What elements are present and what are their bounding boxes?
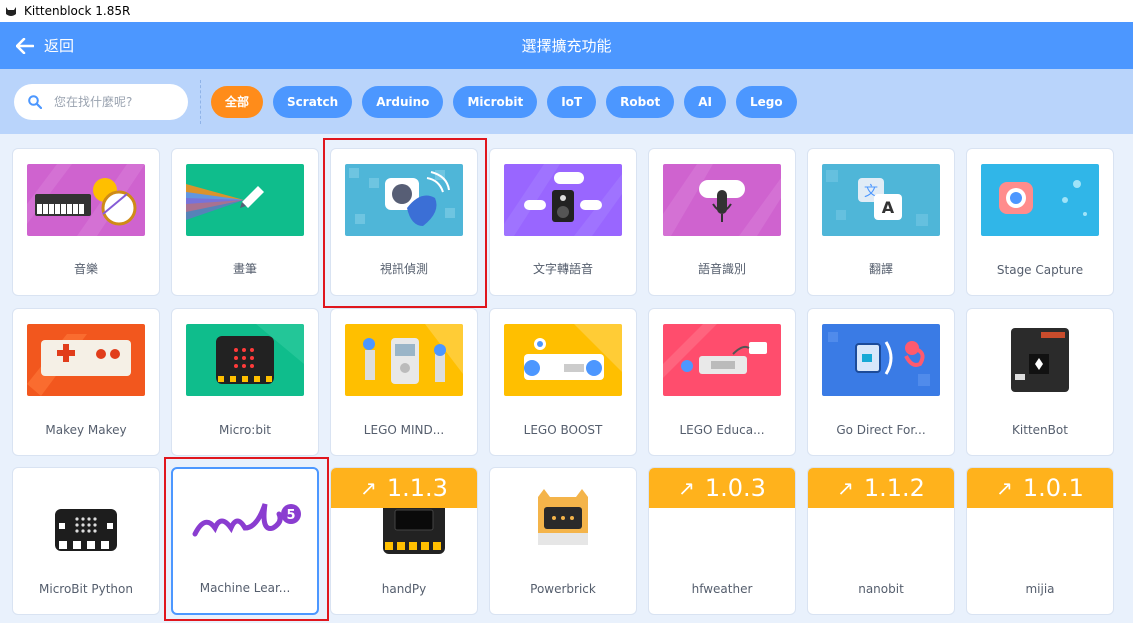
filter-iot[interactable]: IoT: [547, 85, 597, 118]
powerbrick-icon: [504, 483, 622, 555]
extension-label: MicroBit Python: [39, 582, 133, 596]
version-text: 1.1.2: [863, 474, 925, 502]
version-badge: ↗ 1.0.3: [649, 468, 795, 508]
svg-text:5: 5: [286, 508, 295, 523]
trending-up-icon: ↗: [678, 476, 695, 500]
filter-scratch[interactable]: Scratch: [273, 85, 353, 118]
lego-education-icon: [663, 324, 781, 396]
arrow-left-icon: [16, 37, 34, 54]
translate-icon: 文 A: [822, 164, 940, 236]
ml5-icon: 5: [187, 484, 305, 556]
filter-microbit[interactable]: Microbit: [453, 85, 538, 118]
go-direct-force-icon: [822, 324, 940, 396]
extension-card-pen[interactable]: 畫筆: [171, 148, 319, 296]
version-badge: ↗ 1.1.3: [331, 468, 477, 508]
extension-label: 視訊偵測: [379, 262, 428, 276]
speech-recognition-icon: [663, 164, 781, 236]
lego-boost-icon: [504, 324, 622, 396]
filter-arduino[interactable]: Arduino: [362, 85, 444, 118]
handpy-board-icon: [345, 498, 463, 570]
pen-icon: [186, 164, 304, 236]
extension-label: nanobit: [858, 582, 904, 596]
extension-label: handPy: [381, 582, 427, 596]
back-label: 返回: [44, 37, 75, 55]
kittenbot-board-icon: [981, 324, 1099, 396]
extension-label: LEGO MIND...: [363, 423, 445, 437]
filter-all[interactable]: 全部: [211, 85, 264, 118]
version-badge: ↗ 1.1.2: [808, 468, 954, 508]
back-button[interactable]: 返回: [0, 35, 74, 56]
window-title: Kittenblock 1.85R: [24, 4, 131, 18]
extension-label: 音樂: [73, 262, 98, 276]
extension-label: LEGO Educa...: [679, 423, 765, 437]
extension-card-music[interactable]: 音樂: [12, 148, 160, 296]
extension-card-microbit[interactable]: Micro:bit: [171, 308, 319, 456]
extension-label: Makey Makey: [45, 423, 127, 437]
trending-up-icon: ↗: [837, 476, 854, 500]
extension-card-translate[interactable]: 文 A 翻譯: [807, 148, 955, 296]
extension-label: hfweather: [691, 582, 753, 596]
filter-lego[interactable]: Lego: [735, 85, 797, 118]
filter-robot[interactable]: Robot: [606, 85, 675, 118]
extension-card-nanobit[interactable]: ↗ 1.1.2 nanobit: [807, 467, 955, 615]
extension-label: LEGO BOOST: [523, 423, 603, 437]
search-icon: [28, 94, 42, 109]
filter-ai[interactable]: AI: [684, 85, 726, 118]
kittenblock-app-icon: [6, 7, 16, 16]
version-badge: ↗ 1.0.1: [967, 468, 1113, 508]
header-bar: 返回 選擇擴充功能: [0, 22, 1133, 69]
extension-card-stage-capture[interactable]: Stage Capture: [966, 148, 1114, 296]
page-title: 選擇擴充功能: [521, 37, 612, 55]
version-text: 1.1.3: [386, 474, 448, 502]
extension-label: 語音識別: [697, 262, 746, 276]
svg-text:A: A: [882, 198, 895, 217]
extension-card-speech-recognition[interactable]: 語音識別: [648, 148, 796, 296]
extension-label: Machine Lear...: [199, 581, 291, 595]
extension-card-lego-mindstorms[interactable]: LEGO MIND...: [330, 308, 478, 456]
microbit-python-icon: [27, 483, 145, 555]
extension-label: Stage Capture: [996, 263, 1084, 277]
extension-card-lego-education[interactable]: LEGO Educa...: [648, 308, 796, 456]
extension-card-machine-learning[interactable]: 5 Machine Lear...: [171, 467, 319, 615]
makey-makey-icon: [27, 324, 145, 396]
extension-card-kittenbot[interactable]: KittenBot: [966, 308, 1114, 456]
extension-label: KittenBot: [1012, 423, 1068, 437]
extension-label: Go Direct For...: [836, 423, 926, 437]
extension-card-mijia[interactable]: ↗ 1.0.1 mijia: [966, 467, 1114, 615]
extension-card-text-to-speech[interactable]: 文字轉語音: [489, 148, 637, 296]
microbit-icon: [186, 324, 304, 396]
extension-card-microbit-python[interactable]: MicroBit Python: [12, 467, 160, 615]
extension-card-video-sensing[interactable]: 視訊偵測: [330, 148, 478, 296]
extension-card-makey-makey[interactable]: Makey Makey: [12, 308, 160, 456]
version-text: 1.0.3: [704, 474, 766, 502]
music-icon: [27, 164, 145, 236]
trending-up-icon: ↗: [996, 476, 1013, 500]
extension-label: Micro:bit: [219, 423, 271, 437]
extension-card-hfweather[interactable]: ↗ 1.0.3 hfweather: [648, 467, 796, 615]
filter-bar: 全部 Scratch Arduino Microbit IoT Robot AI…: [0, 69, 1133, 134]
search-input[interactable]: [54, 94, 174, 109]
text-to-speech-icon: [504, 164, 622, 236]
window-titlebar: Kittenblock 1.85R: [0, 0, 1133, 22]
lego-mindstorms-icon: [345, 324, 463, 396]
filter-divider: [200, 79, 201, 124]
video-sensing-icon: [345, 164, 463, 236]
extension-card-lego-boost[interactable]: LEGO BOOST: [489, 308, 637, 456]
extension-label: Powerbrick: [530, 582, 596, 596]
version-text: 1.0.1: [1022, 474, 1084, 502]
camera-icon: [981, 164, 1099, 236]
search-box[interactable]: [14, 83, 188, 120]
trending-up-icon: ↗: [360, 476, 377, 500]
extension-label: 翻譯: [868, 262, 893, 276]
extension-label: 文字轉語音: [532, 262, 593, 276]
extension-card-handpy[interactable]: ↗ 1.1.3 handPy: [330, 467, 478, 615]
extension-label: mijia: [1025, 582, 1055, 596]
extension-card-powerbrick[interactable]: Powerbrick: [489, 467, 637, 615]
extension-label: 畫筆: [232, 262, 257, 276]
extension-card-go-direct-force[interactable]: Go Direct For...: [807, 308, 955, 456]
